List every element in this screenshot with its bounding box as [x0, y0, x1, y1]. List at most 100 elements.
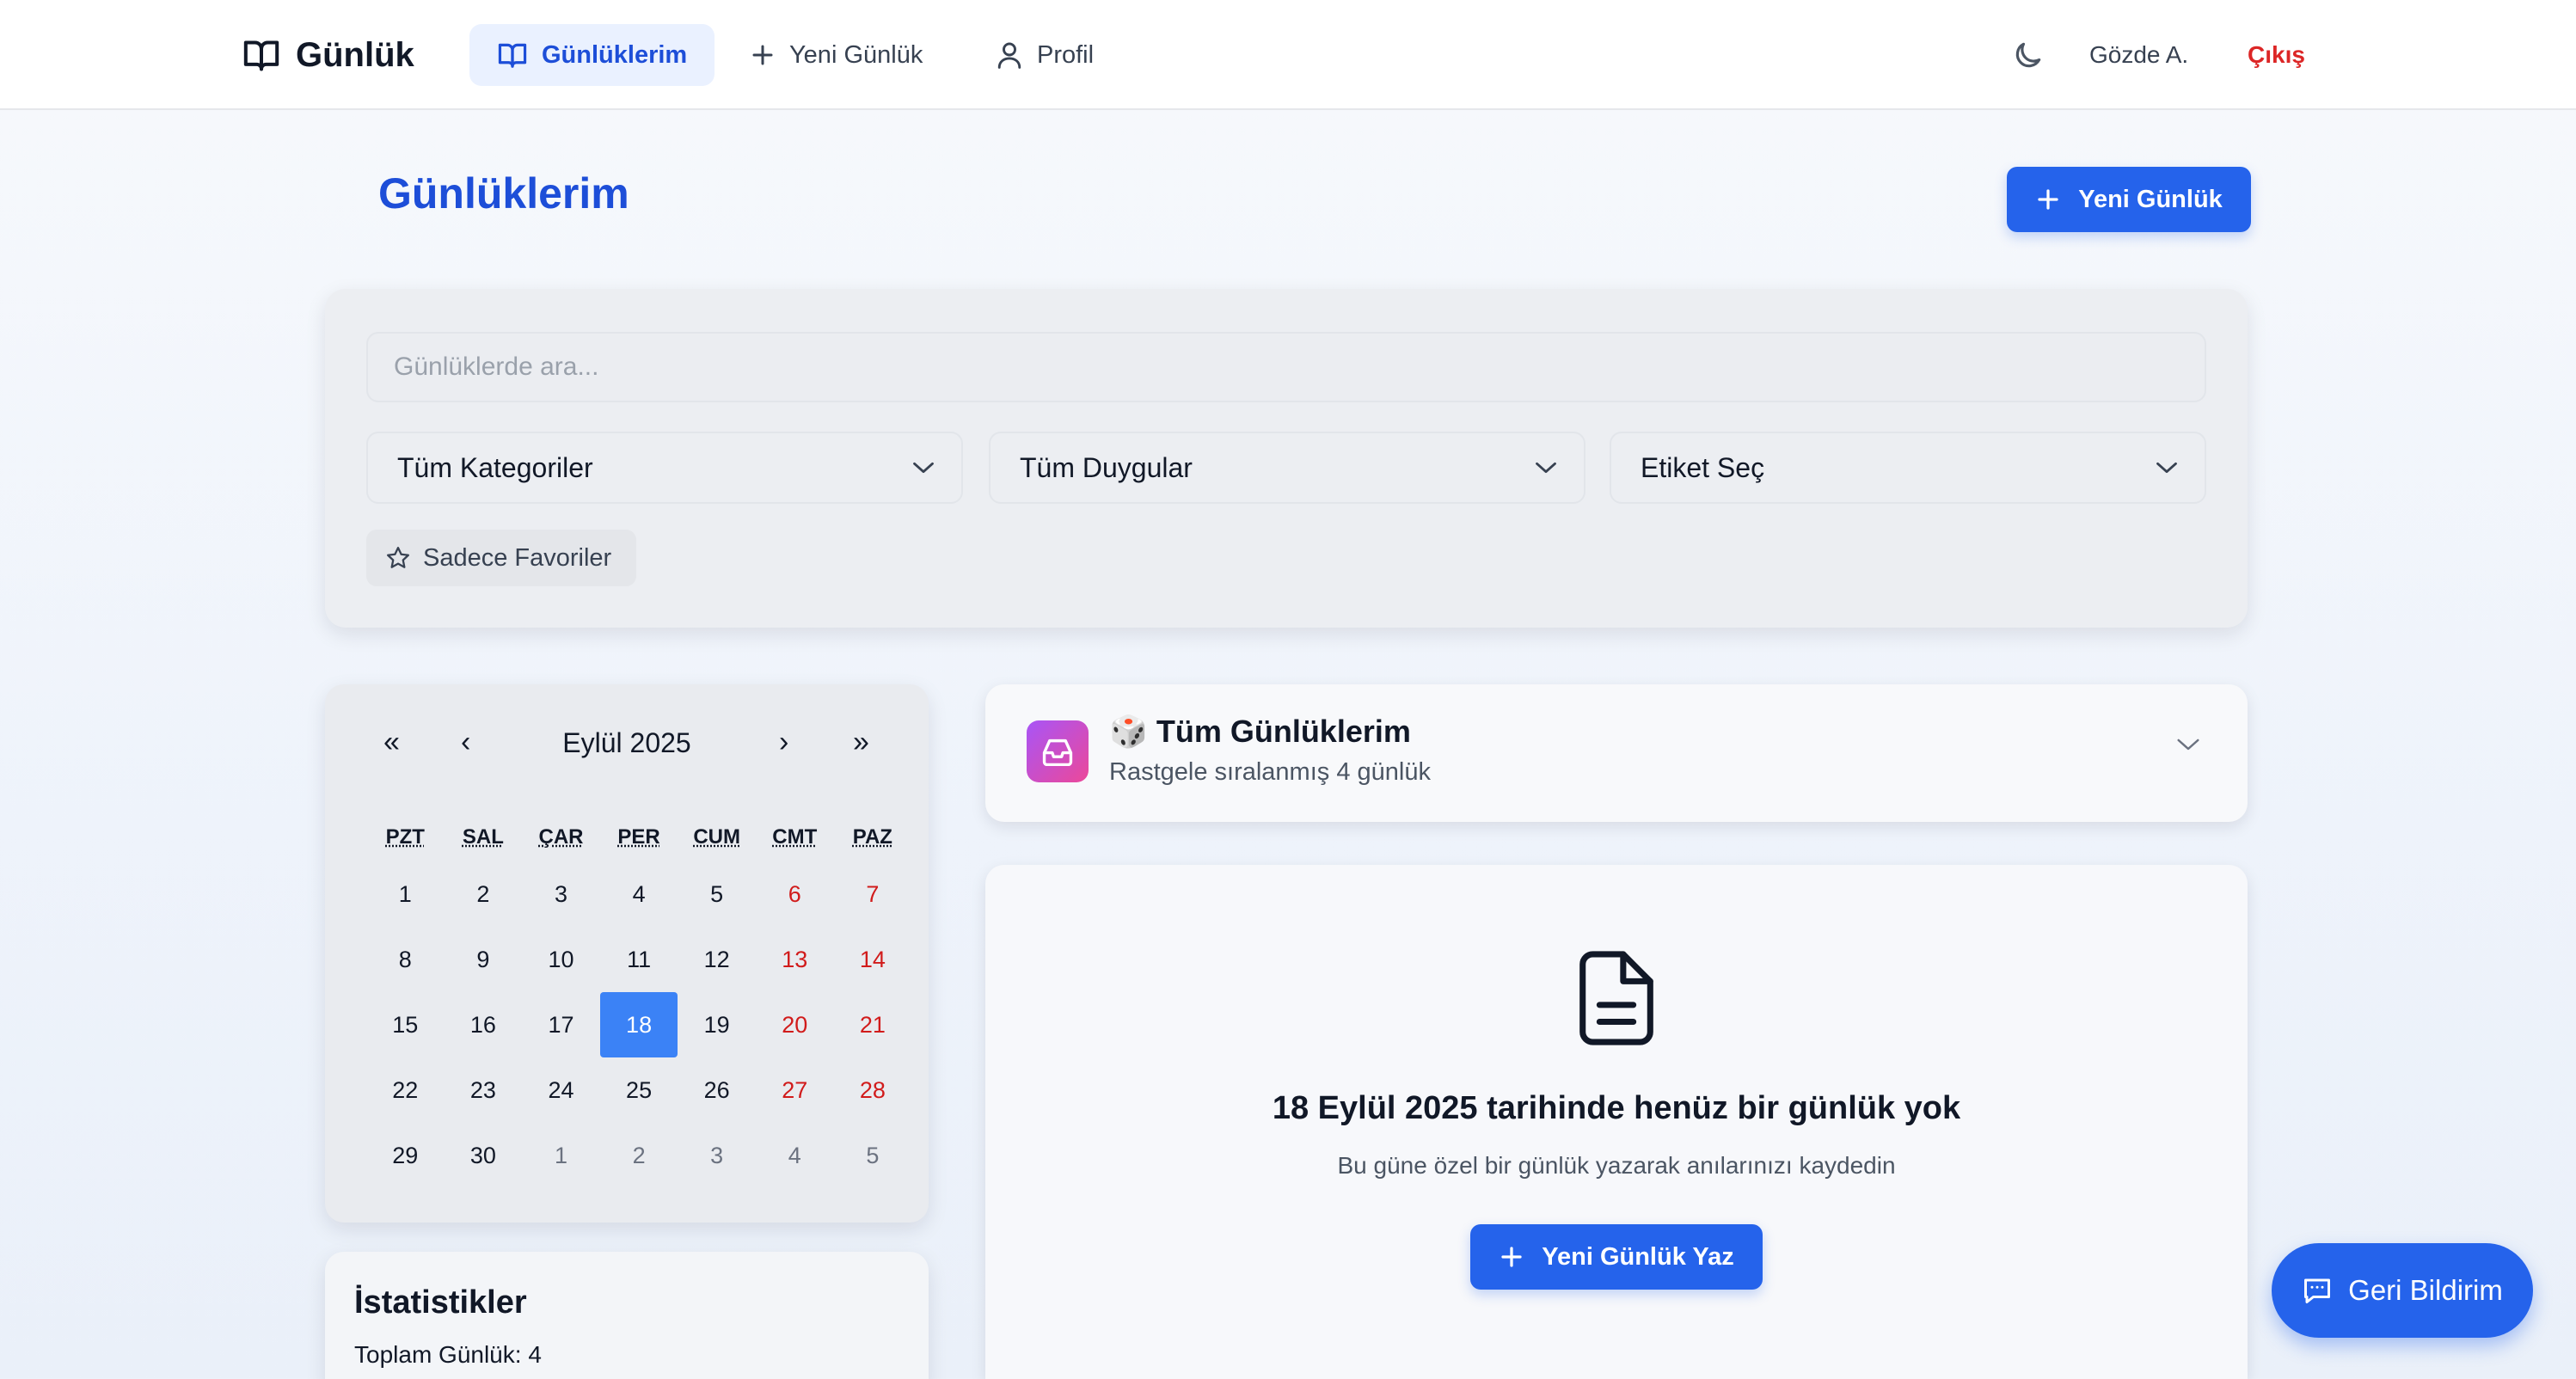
category-select[interactable]: Tüm Kategoriler	[366, 432, 963, 504]
calendar-day[interactable]: 24	[522, 1057, 600, 1123]
calendar-day[interactable]: 9	[445, 927, 523, 992]
calendar-day[interactable]: 1	[366, 861, 445, 927]
plus-icon	[2035, 187, 2061, 212]
calendar-day[interactable]: 4	[756, 1123, 834, 1188]
all-entries-accordion[interactable]: 🎲 Tüm Günlüklerim Rastgele sıralanmış 4 …	[985, 684, 2248, 822]
moon-icon	[2012, 39, 2045, 71]
all-entries-title-text: Tüm Günlüklerim	[1156, 714, 1411, 749]
brand-name: Günlük	[296, 35, 414, 74]
calendar-day[interactable]: 3	[678, 1123, 756, 1188]
feedback-label: Geri Bildirim	[2348, 1274, 2503, 1306]
empty-state-card: 18 Eylül 2025 tarihinde henüz bir günlük…	[985, 865, 2248, 1379]
calendar-day[interactable]: 5	[678, 861, 756, 927]
new-diary-button-label: Yeni Günlük	[2078, 185, 2223, 213]
calendar-day[interactable]: 19	[678, 992, 756, 1057]
filter-panel: Tüm Kategoriler Tüm Duygular Etiket Seç …	[325, 289, 2248, 628]
star-icon	[385, 545, 411, 571]
plus-icon	[750, 42, 776, 68]
dice-icon: 🎲	[1109, 714, 1148, 749]
write-new-diary-button[interactable]: Yeni Günlük Yaz	[1470, 1224, 1763, 1290]
calendar-day[interactable]: 10	[522, 927, 600, 992]
nav-item-label: Profil	[1037, 40, 1095, 69]
calendar-day[interactable]: 16	[445, 992, 523, 1057]
chevron-down-icon	[911, 460, 935, 475]
calendar-day[interactable]: 2	[445, 861, 523, 927]
next-month-button[interactable]: ›	[779, 726, 788, 759]
calendar-day[interactable]: 28	[834, 1057, 912, 1123]
weekday-header: PZT	[385, 825, 425, 849]
search-input[interactable]	[366, 332, 2206, 402]
tag-select-value: Etiket Seç	[1641, 451, 1765, 483]
calendar-day[interactable]: 23	[445, 1057, 523, 1123]
calendar-day[interactable]: 6	[756, 861, 834, 927]
feedback-button[interactable]: Geri Bildirim	[2272, 1243, 2533, 1338]
calendar-day-selected[interactable]: 18	[599, 992, 678, 1057]
calendar-day[interactable]: 21	[834, 992, 912, 1057]
inbox-icon	[1027, 720, 1089, 782]
new-diary-button[interactable]: Yeni Günlük	[2007, 167, 2251, 232]
chevron-down-icon	[2155, 460, 2179, 475]
document-icon	[1579, 951, 1654, 1045]
weekday-header: SAL	[462, 825, 504, 849]
calendar-day[interactable]: 14	[834, 927, 912, 992]
nav-item-diaries[interactable]: Günlüklerim	[469, 24, 715, 86]
nav-item-new-diary[interactable]: Yeni Günlük	[722, 24, 950, 86]
nav-item-label: Günlüklerim	[542, 40, 688, 69]
calendar-day[interactable]: 11	[600, 927, 678, 992]
message-icon	[2302, 1276, 2333, 1305]
user-name[interactable]: Gözde A.	[2089, 34, 2188, 76]
calendar-day[interactable]: 20	[756, 992, 834, 1057]
page-title: Günlüklerim	[378, 169, 629, 218]
logout-link[interactable]: Çıkış	[2248, 34, 2305, 76]
tag-select[interactable]: Etiket Seç	[1610, 432, 2206, 504]
next-year-button[interactable]: »	[853, 726, 869, 759]
mood-select[interactable]: Tüm Duygular	[989, 432, 1585, 504]
calendar-day[interactable]: 7	[834, 861, 912, 927]
calendar-day[interactable]: 4	[600, 861, 678, 927]
calendar-day[interactable]: 22	[366, 1057, 445, 1123]
book-open-icon	[497, 41, 528, 69]
calendar-grid: PZT SAL ÇAR PER CUM CMT PAZ 1 2 3 4 5 6 7 8 9 10 11 12 13 14…	[366, 813, 913, 1188]
book-open-icon	[242, 38, 280, 72]
plus-icon	[1499, 1244, 1524, 1270]
chevron-down-icon	[1534, 460, 1558, 475]
mood-select-value: Tüm Duygular	[1020, 451, 1193, 483]
dark-mode-toggle[interactable]	[2012, 34, 2045, 76]
calendar-day[interactable]: 27	[756, 1057, 834, 1123]
calendar-day[interactable]: 25	[600, 1057, 678, 1123]
calendar-day[interactable]: 30	[445, 1123, 523, 1188]
calendar-day[interactable]: 29	[366, 1123, 445, 1188]
calendar-day[interactable]: 8	[366, 927, 445, 992]
nav-item-label: Yeni Günlük	[789, 40, 923, 69]
calendar-day[interactable]: 13	[756, 927, 834, 992]
user-icon	[996, 40, 1023, 70]
calendar: « ‹ Eylül 2025 › » PZT SAL ÇAR PER CUM CMT PAZ…	[325, 684, 929, 1223]
empty-state-subtitle: Bu güne özel bir günlük yazarak anıların…	[1337, 1152, 1896, 1179]
write-new-diary-label: Yeni Günlük Yaz	[1542, 1242, 1734, 1271]
weekday-header: PAZ	[852, 825, 892, 849]
all-entries-title: 🎲 Tüm Günlüklerim	[1109, 714, 1411, 750]
statistics-card: İstatistikler Toplam Günlük: 4	[325, 1252, 929, 1379]
calendar-day[interactable]: 15	[366, 992, 445, 1057]
calendar-day[interactable]: 12	[678, 927, 756, 992]
statistics-title: İstatistikler	[354, 1284, 527, 1321]
calendar-day[interactable]: 5	[834, 1123, 912, 1188]
calendar-day[interactable]: 2	[600, 1123, 678, 1188]
favorites-only-label: Sadece Favoriler	[423, 543, 612, 572]
calendar-day[interactable]: 17	[522, 992, 600, 1057]
calendar-header: « ‹ Eylül 2025 › »	[325, 726, 929, 769]
category-select-value: Tüm Kategoriler	[397, 451, 593, 483]
calendar-day[interactable]: 1	[522, 1123, 600, 1188]
total-entries-stat: Toplam Günlük: 4	[354, 1341, 542, 1368]
nav-item-profile[interactable]: Profil	[968, 24, 1121, 86]
calendar-day[interactable]: 26	[678, 1057, 756, 1123]
chevron-down-icon[interactable]	[2175, 736, 2201, 753]
weekday-header: ÇAR	[538, 825, 584, 849]
weekday-header: PER	[617, 825, 660, 849]
calendar-day[interactable]: 3	[522, 861, 600, 927]
weekday-header: CUM	[693, 825, 740, 849]
brand-logo[interactable]: Günlük	[242, 31, 414, 79]
top-navbar: Günlük Günlüklerim Yeni Günlük Profil Gö…	[0, 0, 2576, 110]
favorites-only-toggle[interactable]: Sadece Favoriler	[366, 530, 636, 586]
weekday-header: CMT	[772, 825, 818, 849]
